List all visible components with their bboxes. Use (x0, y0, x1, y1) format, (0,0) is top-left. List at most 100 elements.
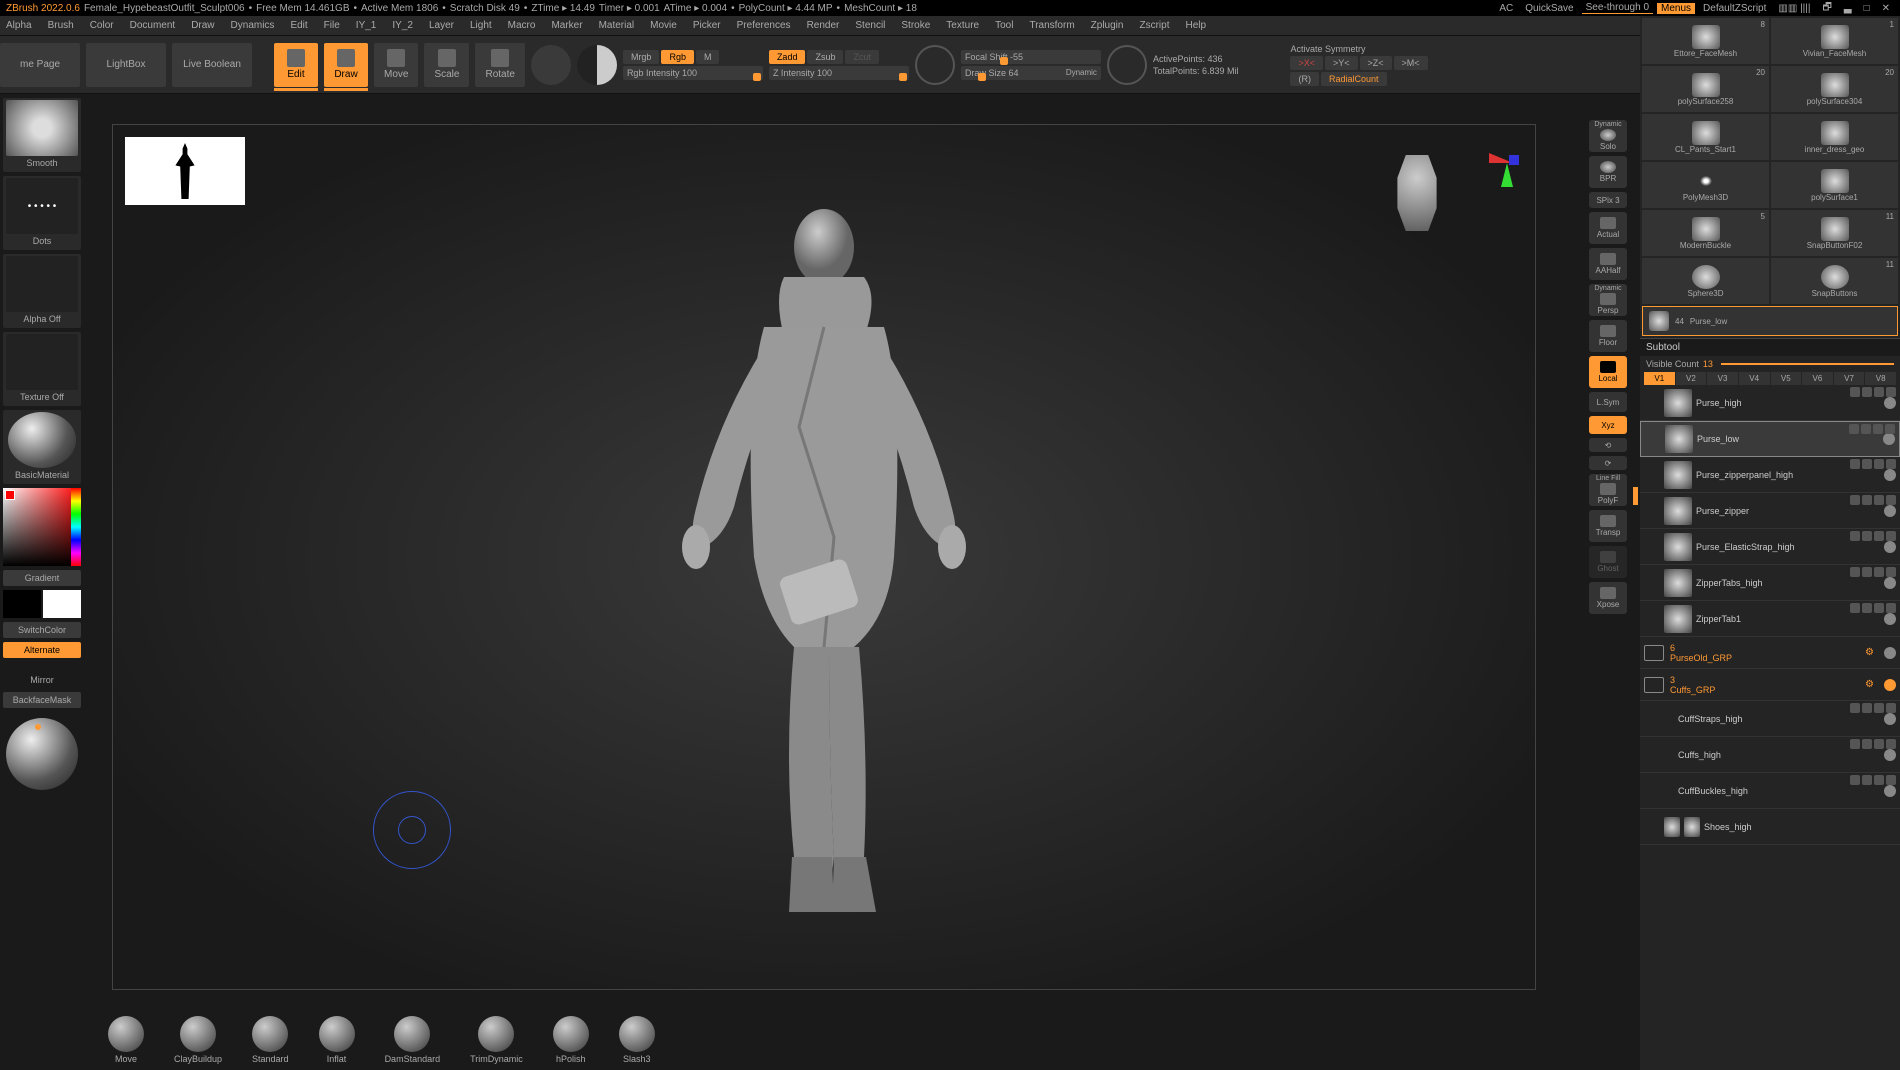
subtool-item-selected[interactable]: Purse_low (1640, 421, 1900, 457)
actual-button[interactable]: Actual (1589, 212, 1627, 244)
tool-item[interactable]: 20polySurface258 (1642, 66, 1769, 112)
camera-preview[interactable] (1389, 155, 1445, 231)
aahalf-button[interactable]: AAHalf (1589, 248, 1627, 280)
menu-color[interactable]: Color (90, 20, 114, 31)
zsub-button[interactable]: Zsub (807, 50, 843, 64)
polyf-button[interactable]: Line FillPolyF (1589, 474, 1627, 506)
color-swatches[interactable] (3, 590, 81, 618)
menu-material[interactable]: Material (599, 20, 635, 31)
vtab[interactable]: V1 (1644, 372, 1675, 385)
menu-movie[interactable]: Movie (650, 20, 677, 31)
msym-button[interactable]: >M< (1394, 56, 1428, 70)
menu-stroke[interactable]: Stroke (901, 20, 930, 31)
radial-count[interactable]: RadialCount (1321, 72, 1387, 86)
menu-draw[interactable]: Draw (191, 20, 214, 31)
solo-button[interactable]: DynamicSolo (1589, 120, 1627, 152)
mrgb-button[interactable]: Mrgb (623, 50, 660, 64)
zsym-button[interactable]: >Z< (1360, 56, 1392, 70)
rot-b-icon[interactable]: ⟳ (1589, 456, 1627, 470)
vtab[interactable]: V6 (1802, 372, 1833, 385)
eye-icon[interactable] (1884, 749, 1896, 761)
size-gauge[interactable] (1107, 45, 1147, 85)
tool-item[interactable]: polySurface1 (1771, 162, 1898, 208)
menu-tool[interactable]: Tool (995, 20, 1013, 31)
subtool-item[interactable]: Cuffs_high (1640, 737, 1900, 773)
menu-texture[interactable]: Texture (946, 20, 979, 31)
menu-brush[interactable]: Brush (48, 20, 74, 31)
tool-item[interactable]: 1Vivian_FaceMesh (1771, 18, 1898, 64)
tool-item-selected[interactable]: 44Purse_low (1642, 306, 1898, 336)
draw-size-slider[interactable]: Draw Size 64Dynamic (961, 66, 1101, 80)
draw-button[interactable]: Draw (324, 43, 368, 87)
backfacemask-button[interactable]: BackfaceMask (3, 692, 81, 708)
menu-macro[interactable]: Macro (508, 20, 536, 31)
eye-icon[interactable] (1884, 541, 1896, 553)
reference-thumbnail[interactable] (125, 137, 245, 205)
close-icon[interactable]: ✕ (1878, 3, 1894, 14)
texture-selector[interactable]: Texture Off (3, 332, 81, 406)
gyro-button[interactable] (531, 45, 571, 85)
brush-trimdynamic[interactable]: TrimDynamic (470, 1016, 523, 1064)
tool-item[interactable]: 20polySurface304 (1771, 66, 1898, 112)
color-picker[interactable] (3, 488, 81, 566)
r-button[interactable]: (R) (1290, 72, 1319, 86)
menu-picker[interactable]: Picker (693, 20, 721, 31)
eye-icon[interactable] (1884, 613, 1896, 625)
brush-inflat[interactable]: Inflat (319, 1016, 355, 1064)
menu-stencil[interactable]: Stencil (855, 20, 885, 31)
menu-iy1[interactable]: IY_1 (356, 20, 377, 31)
vtab[interactable]: V3 (1707, 372, 1738, 385)
eye-icon[interactable] (1884, 577, 1896, 589)
menu-preferences[interactable]: Preferences (737, 20, 791, 31)
viewport[interactable] (112, 124, 1536, 990)
tool-item[interactable]: Sphere3D (1642, 258, 1769, 304)
menu-alpha[interactable]: Alpha (6, 20, 32, 31)
ghost-button[interactable]: Ghost (1589, 546, 1627, 578)
floor-button[interactable]: Floor (1589, 320, 1627, 352)
eye-icon[interactable] (1884, 469, 1896, 481)
menu-edit[interactable]: Edit (290, 20, 307, 31)
homepage-button[interactable]: me Page (0, 43, 80, 87)
rotate-button[interactable]: Rotate (475, 43, 524, 87)
menus-button[interactable]: Menus (1657, 3, 1695, 14)
m-button[interactable]: M (696, 50, 720, 64)
lightbox-button[interactable]: LightBox (86, 43, 166, 87)
brush-damstandard[interactable]: DamStandard (385, 1016, 441, 1064)
maximize-icon[interactable]: □ (1860, 3, 1874, 14)
menu-layer[interactable]: Layer (429, 20, 454, 31)
tool-item[interactable]: 11SnapButtons (1771, 258, 1898, 304)
zcut-button[interactable]: Zcut (845, 50, 879, 64)
persp-button[interactable]: DynamicPersp (1589, 284, 1627, 316)
local-button[interactable]: Local (1589, 356, 1627, 388)
seethrough-slider[interactable]: See-through 0 (1582, 2, 1653, 14)
ac-button[interactable]: AC (1495, 3, 1517, 14)
brush-claybuildup[interactable]: ClayBuildup (174, 1016, 222, 1064)
eye-icon[interactable] (1884, 785, 1896, 797)
vtab[interactable]: V8 (1865, 372, 1896, 385)
tool-item[interactable]: inner_dress_geo (1771, 114, 1898, 160)
alternate-button[interactable]: Alternate (3, 642, 81, 658)
menu-help[interactable]: Help (1185, 20, 1206, 31)
menu-transform[interactable]: Transform (1029, 20, 1074, 31)
quicksave-button[interactable]: QuickSave (1521, 3, 1577, 14)
subtool-item[interactable]: CuffBuckles_high (1640, 773, 1900, 809)
eye-icon[interactable] (1884, 397, 1896, 409)
restore-icon[interactable]: 🗗 (1818, 0, 1835, 17)
subtool-folder[interactable]: 3Cuffs_GRP⚙ (1640, 669, 1900, 701)
gear-icon[interactable]: ⚙ (1865, 679, 1874, 690)
brush-hpolish[interactable]: hPolish (553, 1016, 589, 1064)
subtool-item[interactable]: Purse_zipper (1640, 493, 1900, 529)
scale-button[interactable]: Scale (424, 43, 469, 87)
subtool-header[interactable]: Subtool (1640, 338, 1900, 356)
vtab[interactable]: V2 (1676, 372, 1707, 385)
menu-file[interactable]: File (324, 20, 340, 31)
transp-button[interactable]: Transp (1589, 510, 1627, 542)
axis-gizmo[interactable] (1459, 141, 1519, 201)
eye-icon[interactable] (1884, 505, 1896, 517)
vtab[interactable]: V4 (1739, 372, 1770, 385)
subtool-item[interactable]: Purse_zipperpanel_high (1640, 457, 1900, 493)
liveboolean-button[interactable]: Live Boolean (172, 43, 252, 87)
xsym-button[interactable]: >X< (1290, 56, 1323, 70)
subtool-item[interactable]: CuffStraps_high (1640, 701, 1900, 737)
z-intensity-slider[interactable]: Z Intensity 100 (769, 66, 909, 80)
